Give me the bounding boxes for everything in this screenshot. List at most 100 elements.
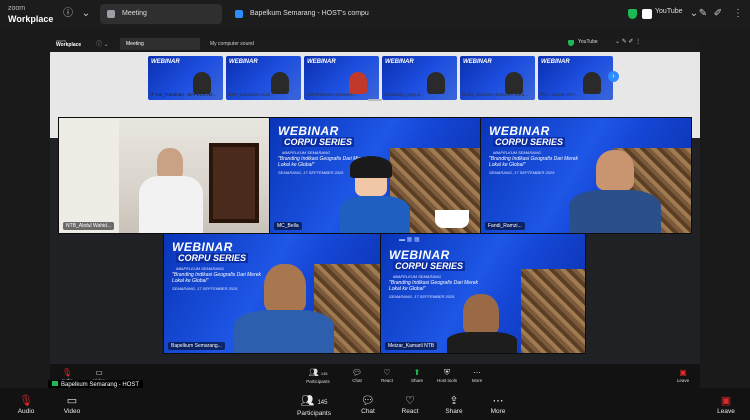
more-button[interactable]: ⋯ More	[476, 395, 520, 415]
thumb-webinar-title: WEBINAR	[463, 59, 492, 65]
inner-share: ⬆ Share	[402, 367, 432, 383]
screen-share-icon	[235, 10, 243, 18]
zoom-logo: zoom Workplace	[8, 4, 53, 24]
participants-icon: 👥︎ 145	[308, 368, 328, 377]
inner-toolbar-icons: ⌄ ✎ ✐ ⋮	[615, 39, 642, 45]
inner-tab-meeting: Meeting	[120, 38, 200, 50]
webinar-series: CORPU SERIES	[282, 137, 355, 147]
inner-youtube-label: YouTube	[578, 39, 598, 45]
react-icon: ♡	[405, 395, 415, 407]
participant-shirt	[234, 310, 334, 353]
video-tile[interactable]: ▬ ▦ ▦ WEBINAR CORPU SERIES #BAPELKUM SEM…	[380, 233, 586, 354]
inner-react-label: React	[381, 378, 393, 383]
leave-button[interactable]: ▣ Leave	[704, 395, 748, 415]
thumbnail-name: IT Gal_Frandrian - BAPELKUM...	[150, 92, 217, 97]
more-label: More	[490, 408, 506, 415]
mic-muted-icon: 🎙︎	[61, 368, 73, 377]
share-icon: ⇪	[449, 395, 459, 407]
video-button[interactable]: ▭ Video	[50, 395, 94, 415]
leave-icon: ▣	[720, 395, 732, 407]
inner-participants: 👥︎ 145 Participants	[303, 367, 333, 384]
video-tile[interactable]: NTB_Abdul Wahid...	[58, 117, 270, 234]
participants-button[interactable]: 👥︎ 145 Participants	[292, 395, 336, 417]
annotate-icon[interactable]: ✐	[712, 8, 724, 20]
webinar-org: #BAPELKUM SEMARANG	[176, 266, 225, 271]
security-shield-icon[interactable]	[628, 9, 637, 19]
inner-host-tools-label: Host tools	[436, 378, 457, 383]
inner-leave-label: Leave	[676, 378, 690, 383]
tab-screen-share[interactable]: Bapelkum Semarang - HOST's compu	[228, 4, 378, 24]
participant-silhouette	[193, 72, 211, 94]
thumbnail-name: Budhi_Satrianto-Sulawesi Bara...	[462, 92, 529, 97]
tab-meeting[interactable]: Meeting	[100, 4, 222, 24]
more-options-icon[interactable]: ⋮	[732, 8, 744, 20]
inner-info-icon: ⓘ ⌄	[96, 42, 109, 48]
react-button[interactable]: ♡ React	[388, 395, 432, 415]
tile-name: Meizar_Kamaril NTB	[385, 342, 438, 350]
video-tile[interactable]: WEBINAR CORPU SERIES #BAPELKUM SEMARANG …	[163, 233, 381, 354]
info-icon[interactable]: ⓘ	[62, 8, 74, 20]
tile-name: Fandi_Ramzi...	[485, 222, 525, 230]
drag-handle[interactable]	[368, 99, 382, 101]
webinar-title: WEBINAR	[172, 240, 233, 254]
more-icon: ⋯	[473, 368, 481, 377]
inner-tab-screen-label: My computer sound	[210, 41, 254, 47]
participant-shirt	[447, 332, 517, 353]
view-toggle-icons[interactable]: ▬ ▦ ▦	[399, 236, 420, 243]
video-tile[interactable]: WEBINAR CORPU SERIES #BAPELKUM SEMARANG …	[480, 117, 692, 234]
participant-head	[596, 150, 634, 190]
webinar-topic: "Branding Indikasi Geografis Dari Merek …	[489, 156, 579, 168]
chat-icon: 💬︎	[361, 395, 375, 407]
webinar-title: WEBINAR	[278, 124, 339, 138]
webinar-org: #BAPELKUM SEMARANG	[393, 274, 442, 279]
mic-muted-icon: 🎙︎	[19, 395, 33, 407]
thumb-webinar-title: WEBINAR	[229, 59, 258, 65]
pin-icon[interactable]: ✎	[697, 8, 709, 20]
brand-line1: zoom	[8, 5, 26, 12]
webinar-series: CORPU SERIES	[176, 253, 249, 263]
chat-label: Chat	[361, 408, 375, 415]
leave-label: Leave	[717, 408, 735, 415]
webinar-org: #BAPELKUM SEMARANG	[282, 150, 331, 155]
camera-icon: ▭	[66, 395, 78, 407]
wall	[59, 118, 119, 233]
top-bar: zoom Workplace ⓘ ⌄ Meeting Bapelkum Sema…	[0, 0, 750, 28]
participant-silhouette	[427, 72, 445, 94]
chair	[209, 143, 259, 223]
tab-screen-share-label: Bapelkum Semarang - HOST's compu	[250, 10, 369, 17]
participant-silhouette	[583, 72, 601, 94]
webinar-title: WEBINAR	[489, 124, 550, 138]
thumb-webinar-title: WEBINAR	[385, 59, 414, 65]
next-page-icon[interactable]: ›	[608, 71, 619, 82]
webinar-series: CORPU SERIES	[393, 261, 466, 271]
chat-button[interactable]: 💬︎ Chat	[346, 395, 390, 415]
batik-decoration	[521, 269, 585, 353]
participants-count: 145	[317, 400, 328, 406]
video-tile[interactable]: WEBINAR CORPU SERIES #BAPELKUM SEMARANG …	[269, 117, 481, 234]
participant-head	[157, 148, 183, 178]
thumb-webinar-title: WEBINAR	[541, 59, 570, 65]
inner-share-label: Share	[410, 378, 423, 383]
participant-head	[463, 294, 499, 334]
chevron-down-icon[interactable]: ⌄	[80, 8, 92, 20]
inner-zoom-logo: zoom Workplace	[56, 38, 81, 48]
leave-icon: ▣	[679, 368, 687, 377]
youtube-icon	[642, 9, 652, 19]
inner-brand-line2: Workplace	[56, 42, 82, 48]
tile-name: MC_Bella	[274, 222, 302, 230]
share-button[interactable]: ⇪ Share	[432, 395, 476, 415]
participants-label: Participants	[297, 410, 331, 417]
audio-button[interactable]: 🎙︎ Audio	[4, 395, 48, 415]
share-label: Share	[445, 408, 463, 415]
inner-chat: 💬︎ Chat	[342, 367, 372, 383]
participant-shirt	[340, 196, 410, 233]
coffee-cup	[435, 210, 469, 228]
audio-label: Audio	[17, 408, 35, 415]
thumb-webinar-title: WEBINAR	[151, 59, 180, 65]
shield-icon: ⛨	[444, 368, 450, 377]
inner-participants-count: 145	[320, 371, 328, 376]
react-icon: ♡	[383, 368, 391, 377]
tile-name: NTB_Abdul Wahid...	[63, 222, 115, 230]
youtube-label[interactable]: YouTube	[655, 8, 683, 15]
webinar-topic: "Branding Indikasi Geografis Dari Merek …	[389, 280, 479, 292]
